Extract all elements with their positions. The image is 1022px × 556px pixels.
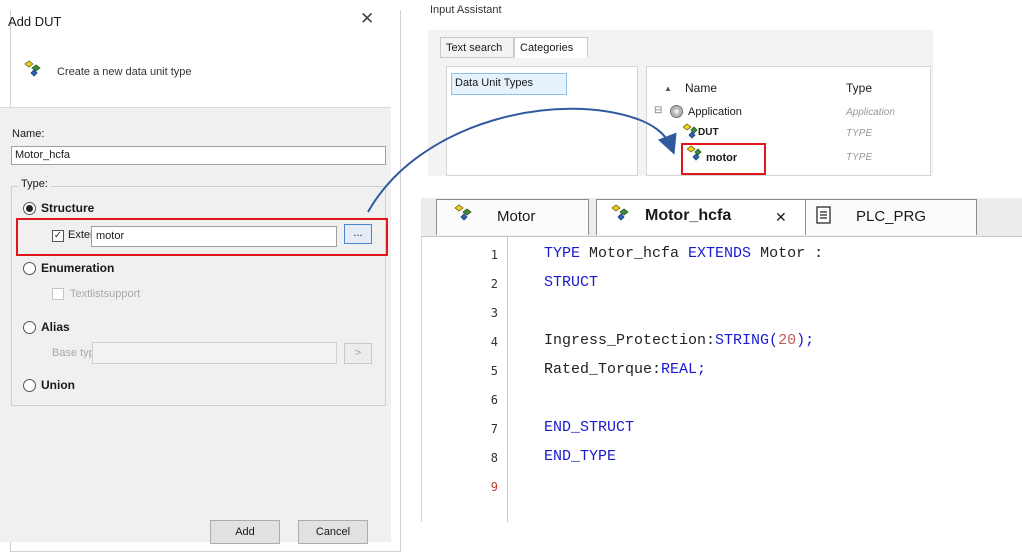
base-type-button[interactable]: > xyxy=(344,343,372,364)
tab-plc-prg[interactable]: PLC_PRG xyxy=(805,199,977,235)
type-dut: TYPE xyxy=(846,128,873,139)
structure-label: Structure xyxy=(41,201,95,215)
tab-motor-hcfa-label: Motor_hcfa xyxy=(645,207,732,224)
punctuation: ( xyxy=(769,332,779,349)
tab-motor[interactable]: Motor xyxy=(436,199,589,235)
code-line-1[interactable]: TYPE Motor_hcfa EXTENDS Motor : xyxy=(544,245,823,262)
tab-motor-label: Motor xyxy=(497,208,536,225)
tab-text-search[interactable]: Text search xyxy=(440,37,514,58)
code-line-8[interactable]: END_TYPE xyxy=(544,448,616,465)
enumeration-label: Enumeration xyxy=(41,261,115,275)
sort-asc-icon[interactable]: ▲ xyxy=(664,84,672,93)
identifier: Ingress_Protection: xyxy=(544,332,716,349)
number-literal: 20 xyxy=(778,332,797,349)
column-header-name[interactable]: Name xyxy=(685,81,717,95)
line-number: 5 xyxy=(490,364,498,378)
browse-button[interactable]: ... xyxy=(344,224,372,244)
tab-close-icon[interactable]: ✕ xyxy=(775,209,787,226)
column-header-type[interactable]: Type xyxy=(846,81,872,95)
keyword: TYPE xyxy=(544,245,581,262)
code-line-4[interactable]: Ingress_Protection:STRING(20); xyxy=(544,332,814,349)
punctuation: ; xyxy=(697,361,707,378)
type-motor: TYPE xyxy=(846,152,873,163)
union-radio[interactable] xyxy=(23,379,36,392)
code-line-5[interactable]: Rated_Torque:REAL; xyxy=(544,361,706,378)
name-input[interactable]: Motor_hcfa xyxy=(11,146,386,165)
extends-checkbox[interactable]: ✓ xyxy=(52,230,64,242)
textlistsupport-checkbox[interactable] xyxy=(52,288,64,300)
type-application: Application xyxy=(846,107,895,118)
alias-label: Alias xyxy=(41,320,70,334)
enumeration-radio[interactable] xyxy=(23,262,36,275)
dut-icon xyxy=(611,204,629,221)
dialog-title: Add DUT xyxy=(8,14,62,29)
cancel-button[interactable]: Cancel xyxy=(298,520,368,544)
line-number: 6 xyxy=(490,393,498,407)
tab-motor-hcfa[interactable]: Motor_hcfa ✕ xyxy=(596,199,810,235)
punctuation: ); xyxy=(796,332,815,349)
base-type-input[interactable] xyxy=(92,342,337,364)
tree-item-motor[interactable]: motor xyxy=(706,152,737,164)
line-number: 4 xyxy=(490,335,498,349)
add-button[interactable]: Add xyxy=(210,520,280,544)
dut-icon xyxy=(454,204,472,221)
line-number-current: 9 xyxy=(490,480,498,494)
keyword: REAL xyxy=(661,361,698,378)
close-icon[interactable]: ✕ xyxy=(360,9,374,29)
union-label: Union xyxy=(41,378,75,392)
type-label: Type: xyxy=(18,178,51,190)
structure-radio[interactable] xyxy=(23,202,36,215)
line-number: 3 xyxy=(490,306,498,320)
identifier: Motor_hcfa xyxy=(580,245,689,262)
tree-item-dut[interactable]: DUT xyxy=(698,127,719,138)
category-item[interactable]: Data Unit Types xyxy=(451,73,567,95)
code-line-2[interactable]: STRUCT xyxy=(544,274,598,291)
dut-icon xyxy=(24,60,41,77)
identifier: Motor : xyxy=(751,245,824,262)
line-number: 2 xyxy=(490,277,498,291)
code-editor[interactable] xyxy=(421,236,1022,522)
code-line-7[interactable]: END_STRUCT xyxy=(544,419,634,436)
dut-icon xyxy=(687,145,702,161)
input-assistant-title: Input Assistant xyxy=(430,4,502,16)
name-label: Name: xyxy=(12,128,45,140)
tree-collapse-icon[interactable]: ⊟ xyxy=(654,105,662,116)
application-gear-icon xyxy=(670,105,683,118)
line-number: 7 xyxy=(490,422,498,436)
tab-categories[interactable]: Categories xyxy=(514,37,588,58)
gutter-divider xyxy=(507,236,508,522)
document-icon xyxy=(816,206,831,224)
tab-plc-prg-label: PLC_PRG xyxy=(856,208,927,225)
dialog-hint: Create a new data unit type xyxy=(57,66,192,78)
line-number: 1 xyxy=(490,248,498,262)
keyword: STRING xyxy=(715,332,770,349)
identifier: Rated_Torque: xyxy=(544,361,662,378)
textlistsupport-label: Textlistsupport xyxy=(70,288,141,300)
alias-radio[interactable] xyxy=(23,321,36,334)
line-number: 8 xyxy=(490,451,498,465)
keyword: EXTENDS xyxy=(688,245,752,262)
tree-item-application[interactable]: Application xyxy=(688,106,742,118)
extends-input[interactable]: motor xyxy=(91,226,337,247)
